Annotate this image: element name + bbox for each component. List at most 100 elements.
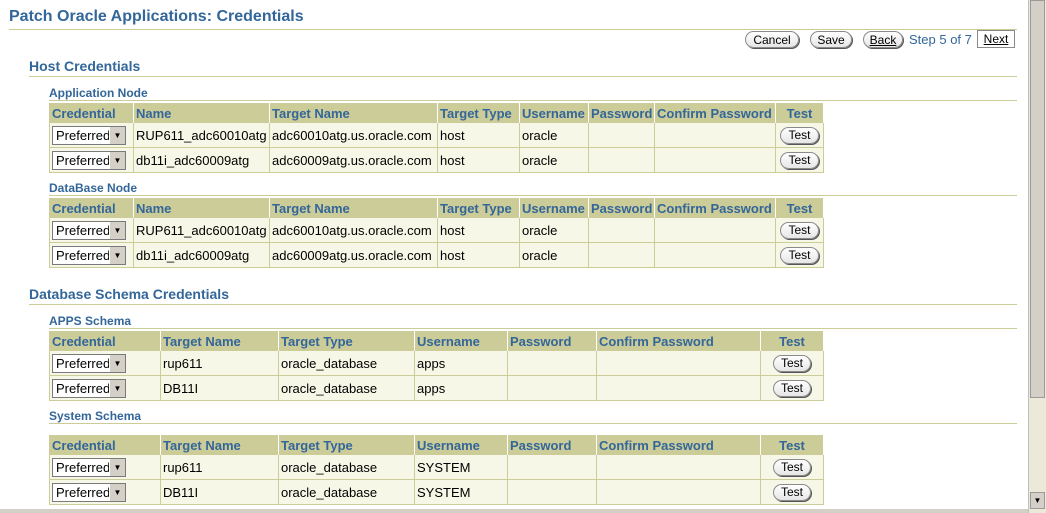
confirm-password-field[interactable] (654, 147, 776, 173)
cell-test: Test (775, 147, 824, 173)
credential-select[interactable]: Preferred ▼ (52, 482, 126, 502)
table-row: Preferred ▼ RUP611_adc60010atg adc60010atg.… (49, 218, 824, 243)
credential-select-value: Preferred (56, 459, 111, 475)
chevron-down-icon[interactable]: ▼ (109, 379, 125, 397)
test-button[interactable]: Test (772, 379, 811, 397)
test-button[interactable]: Test (772, 458, 811, 476)
cell-target-name: adc60010atg.us.oracle.com (269, 218, 438, 243)
cell-name: db11i_adc60009atg (133, 147, 270, 173)
database-node-divider (49, 195, 1017, 196)
confirm-password-field[interactable] (654, 218, 776, 243)
confirm-password-field[interactable] (596, 351, 761, 376)
credential-select[interactable]: Preferred ▼ (52, 378, 126, 398)
test-button[interactable]: Test (772, 354, 811, 372)
save-button[interactable]: Save (810, 31, 852, 48)
password-field[interactable] (507, 375, 597, 401)
chevron-down-icon[interactable]: ▼ (109, 354, 125, 372)
column-header-name: Name (133, 103, 270, 123)
cell-target-type: host (437, 123, 520, 148)
test-button[interactable]: Test (780, 151, 819, 169)
test-button[interactable]: Test (780, 221, 819, 239)
password-field[interactable] (588, 218, 655, 243)
db-schema-credentials-divider (29, 304, 1017, 305)
cell-username: SYSTEM (414, 479, 508, 505)
chevron-down-icon[interactable]: ▼ (109, 221, 125, 239)
cell-test: Test (760, 375, 824, 401)
column-header-password: Password (507, 435, 597, 455)
cell-username: oracle (519, 123, 589, 148)
column-header-password: Password (588, 198, 655, 218)
vertical-scrollbar[interactable]: ▼ (1028, 0, 1046, 513)
cell-credential: Preferred ▼ (49, 147, 134, 173)
column-header-name: Name (133, 198, 270, 218)
password-field[interactable] (507, 351, 597, 376)
column-header-password: Password (588, 103, 655, 123)
credential-select[interactable]: Preferred ▼ (52, 220, 126, 240)
chevron-down-icon[interactable]: ▼ (109, 458, 125, 476)
test-button[interactable]: Test (780, 126, 819, 144)
test-button[interactable]: Test (780, 246, 819, 264)
password-field[interactable] (588, 123, 655, 148)
next-button[interactable]: Next (977, 30, 1015, 48)
cell-credential: Preferred ▼ (49, 455, 161, 480)
password-field[interactable] (588, 147, 655, 173)
credential-select[interactable]: Preferred ▼ (52, 245, 126, 265)
column-header-username: Username (414, 331, 508, 351)
column-header-username: Username (414, 435, 508, 455)
cell-credential: Preferred ▼ (49, 479, 161, 505)
scroll-down-arrow-icon[interactable]: ▼ (1030, 492, 1045, 509)
cell-target-type: oracle_database (278, 479, 415, 505)
column-header-confirm-password: Confirm Password (596, 435, 761, 455)
credential-select[interactable]: Preferred ▼ (52, 353, 126, 373)
cell-target-name: adc60009atg.us.oracle.com (269, 147, 438, 173)
column-header-test: Test (775, 198, 824, 218)
cell-test: Test (760, 351, 824, 376)
credential-select[interactable]: Preferred ▼ (52, 150, 126, 170)
test-button[interactable]: Test (772, 483, 811, 501)
cell-target-type: host (437, 147, 520, 173)
system-schema-table: Credential Target Name Target Type Username… (49, 435, 824, 505)
column-header-test: Test (760, 331, 824, 351)
column-header-username: Username (519, 198, 589, 218)
confirm-password-field[interactable] (654, 242, 776, 268)
table-row: Preferred ▼ DB11I oracle_database SYSTEM Test (49, 479, 824, 505)
column-header-credential: Credential (49, 198, 134, 218)
password-field[interactable] (507, 479, 597, 505)
column-header-target-name: Target Name (269, 103, 438, 123)
credential-select[interactable]: Preferred ▼ (52, 125, 126, 145)
table-row: Preferred ▼ db11i_adc60009atg adc60009atg.u… (49, 242, 824, 268)
chevron-down-icon[interactable]: ▼ (109, 151, 125, 169)
application-node-divider (49, 100, 1017, 101)
password-field[interactable] (507, 455, 597, 480)
table-header-row: Credential Name Target Name Target Type User… (49, 198, 824, 218)
confirm-password-field[interactable] (596, 375, 761, 401)
column-header-credential: Credential (49, 331, 161, 351)
scrollbar-thumb[interactable] (1030, 0, 1045, 398)
credential-select-value: Preferred (56, 380, 111, 396)
cell-test: Test (775, 218, 824, 243)
cancel-button[interactable]: Cancel (745, 31, 799, 48)
database-node-table: Credential Name Target Name Target Type User… (49, 198, 824, 268)
cell-test: Test (760, 479, 824, 505)
table-row: Preferred ▼ db11i_adc60009atg adc60009atg.u… (49, 147, 824, 173)
column-header-confirm-password: Confirm Password (596, 331, 761, 351)
back-button[interactable]: Back (863, 31, 903, 48)
confirm-password-field[interactable] (596, 455, 761, 480)
cell-credential: Preferred ▼ (49, 218, 134, 243)
cell-target-name: DB11I (160, 375, 279, 401)
password-field[interactable] (588, 242, 655, 268)
cell-target-name: adc60010atg.us.oracle.com (269, 123, 438, 148)
confirm-password-field[interactable] (596, 479, 761, 505)
cell-credential: Preferred ▼ (49, 242, 134, 268)
chevron-down-icon[interactable]: ▼ (109, 126, 125, 144)
cell-credential: Preferred ▼ (49, 375, 161, 401)
credential-select-value: Preferred (56, 247, 111, 263)
chevron-down-icon[interactable]: ▼ (109, 246, 125, 264)
table-row: Preferred ▼ RUP611_adc60010atg adc60010atg.… (49, 123, 824, 148)
host-credentials-heading: Host Credentials (29, 58, 141, 74)
confirm-password-field[interactable] (654, 123, 776, 148)
cell-username: apps (414, 375, 508, 401)
credential-select[interactable]: Preferred ▼ (52, 457, 126, 477)
chevron-down-icon[interactable]: ▼ (109, 483, 125, 501)
column-header-confirm-password: Confirm Password (654, 103, 776, 123)
